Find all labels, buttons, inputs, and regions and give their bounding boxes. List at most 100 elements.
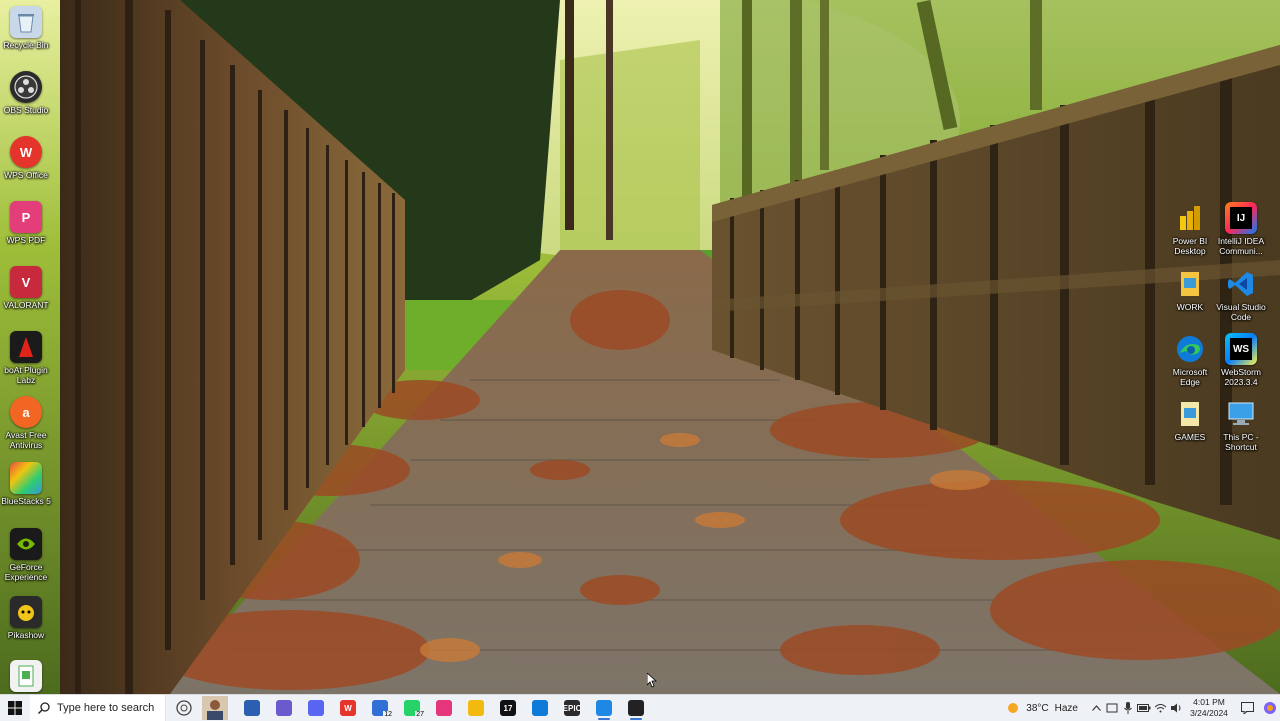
desktop-icon-recycle-bin[interactable]: Recycle Bin — [0, 6, 52, 50]
taskbar-app-vscode[interactable] — [588, 695, 620, 721]
device-icon — [1106, 703, 1118, 713]
tray-network[interactable] — [1152, 695, 1168, 721]
desktop-icon-file[interactable] — [0, 660, 52, 694]
tray-meet-now[interactable] — [1104, 695, 1120, 721]
desktop-icon-label: Recycle Bin — [3, 40, 49, 50]
vscode-icon — [1225, 268, 1257, 300]
weather-widget[interactable]: 38°C Haze — [996, 701, 1088, 715]
taskbar-app-epic-games[interactable]: EPIC — [556, 695, 588, 721]
system-tray: 38°C Haze 4:01 PM 3/24/2024 — [996, 695, 1280, 721]
sun-icon — [1008, 703, 1019, 713]
desktop-wallpaper — [0, 0, 1280, 694]
taskbar-app-whatsapp[interactable]: 27 — [396, 695, 428, 721]
tray-volume[interactable] — [1168, 695, 1184, 721]
calendar-icon — [436, 700, 452, 716]
copilot-tray-button[interactable] — [1260, 695, 1280, 721]
webstorm-logo-text: WS — [1230, 338, 1252, 360]
desktop-icon-label: WPS PDF — [6, 235, 46, 245]
taskbar-pinned-apps: W 12 27 17 EPIC — [236, 695, 652, 721]
taskbar-search-box[interactable]: Type here to search — [30, 695, 166, 721]
desktop-icon-pikashow[interactable]: Pikashow — [0, 596, 52, 640]
wps-office-icon: W — [10, 136, 42, 168]
taskbar-app-discord[interactable] — [300, 695, 332, 721]
desktop-icon-label: IntelliJ IDEA Communi... — [1217, 236, 1265, 256]
taskbar-app-file-explorer[interactable] — [460, 695, 492, 721]
weather-condition: Haze — [1054, 702, 1078, 714]
task-view-icon — [244, 700, 260, 716]
desktop-icon-vscode[interactable]: Visual Studio Code — [1215, 268, 1267, 322]
avast-icon: a — [10, 396, 42, 428]
desktop-icon-label: GeForce Experience — [4, 562, 48, 582]
taskbar: Type here to search W 12 27 17 EPIC 38°C Haz… — [0, 694, 1280, 721]
powerbi-icon — [1174, 202, 1206, 234]
obs-icon — [10, 71, 42, 103]
pikashow-icon — [10, 596, 42, 628]
taskbar-app-edge[interactable] — [524, 695, 556, 721]
desktop-icon-edge[interactable]: Microsoft Edge — [1164, 333, 1216, 387]
tray-microphone[interactable] — [1120, 695, 1136, 721]
desktop-icon-wps-office[interactable]: W WPS Office — [0, 136, 52, 180]
valorant-icon: V — [10, 266, 42, 298]
taskbar-app-calendar[interactable] — [428, 695, 460, 721]
desktop-icon-label: Avast Free Antivirus — [5, 430, 47, 450]
windows-logo-icon — [8, 701, 22, 715]
computer-icon — [1225, 398, 1257, 430]
desktop-icon-label: Visual Studio Code — [1216, 302, 1266, 322]
desktop-icon-work-folder[interactable]: WORK — [1164, 268, 1216, 312]
desktop-icon-bluestacks[interactable]: BlueStacks 5 — [0, 462, 52, 506]
taskbar-cortana[interactable] — [168, 695, 200, 721]
desktop-icon-this-pc[interactable]: This PC - Shortcut — [1215, 398, 1267, 452]
desktop-icon-wps-pdf[interactable]: P WPS PDF — [0, 201, 52, 245]
taskbar-app-copilot[interactable] — [268, 695, 300, 721]
notification-center-button[interactable] — [1234, 695, 1260, 721]
obs-icon — [628, 700, 644, 716]
speaker-icon — [1170, 703, 1180, 713]
desktop-icon-label: GAMES — [1174, 432, 1206, 442]
desktop-icon-obs-studio[interactable]: OBS Studio — [0, 71, 52, 115]
desktop-icon-label: OBS Studio — [3, 105, 49, 115]
taskbar-app-obs[interactable] — [620, 695, 652, 721]
folder-icon — [468, 700, 484, 716]
webstorm-icon: WS — [1225, 333, 1257, 365]
notification-badge: 12 — [383, 711, 393, 719]
vscode-icon — [596, 700, 612, 716]
wifi-icon — [1154, 704, 1166, 713]
user-avatar[interactable] — [200, 695, 230, 721]
bluestacks-icon — [10, 462, 42, 494]
desktop-icon-intellij[interactable]: IJ IntelliJ IDEA Communi... — [1215, 202, 1267, 256]
taskbar-app-tradingview[interactable]: 17 — [492, 695, 524, 721]
desktop-icon-label: This PC - Shortcut — [1223, 432, 1259, 452]
desktop-icon-webstorm[interactable]: WS WebStorm 2023.3.4 — [1215, 333, 1267, 387]
clock-time: 4:01 PM — [1193, 697, 1225, 707]
desktop-icon-powerbi[interactable]: Power BI Desktop — [1164, 202, 1216, 256]
desktop-icon-label: Power BI Desktop — [1172, 236, 1208, 256]
show-hidden-icons-button[interactable] — [1088, 695, 1104, 721]
desktop-icon-valorant[interactable]: V VALORANT — [0, 266, 52, 310]
desktop-icon-boat[interactable]: boAt Plugin Labz — [0, 331, 52, 385]
tray-battery[interactable] — [1136, 695, 1152, 721]
edge-icon — [1174, 333, 1206, 365]
taskbar-app-mail[interactable]: 12 — [364, 695, 396, 721]
desktop-icon-label: VALORANT — [3, 300, 49, 310]
wps-icon: W — [340, 700, 356, 716]
taskbar-clock[interactable]: 4:01 PM 3/24/2024 — [1184, 697, 1234, 719]
folder-icon — [1174, 398, 1206, 430]
microphone-icon — [1124, 702, 1132, 714]
desktop-icon-label: WebStorm 2023.3.4 — [1221, 367, 1261, 387]
copilot-icon — [1264, 702, 1276, 714]
notification-badge: 27 — [415, 711, 425, 719]
geforce-icon — [10, 528, 42, 560]
weather-temp: 38°C — [1026, 702, 1049, 714]
taskbar-app-wps[interactable]: W — [332, 695, 364, 721]
desktop-icon-label: WPS Office — [4, 170, 48, 180]
copilot-icon — [276, 700, 292, 716]
boat-icon — [10, 331, 42, 363]
start-button[interactable] — [0, 695, 30, 721]
desktop-icon-label: Pikashow — [7, 630, 45, 640]
desktop-icon-games-folder[interactable]: GAMES — [1164, 398, 1216, 442]
taskbar-app-task-view[interactable] — [236, 695, 268, 721]
recycle-bin-icon — [10, 6, 42, 38]
desktop-icon-avast[interactable]: a Avast Free Antivirus — [0, 396, 52, 450]
wps-pdf-icon: P — [10, 201, 42, 233]
desktop-icon-geforce[interactable]: GeForce Experience — [0, 528, 52, 582]
